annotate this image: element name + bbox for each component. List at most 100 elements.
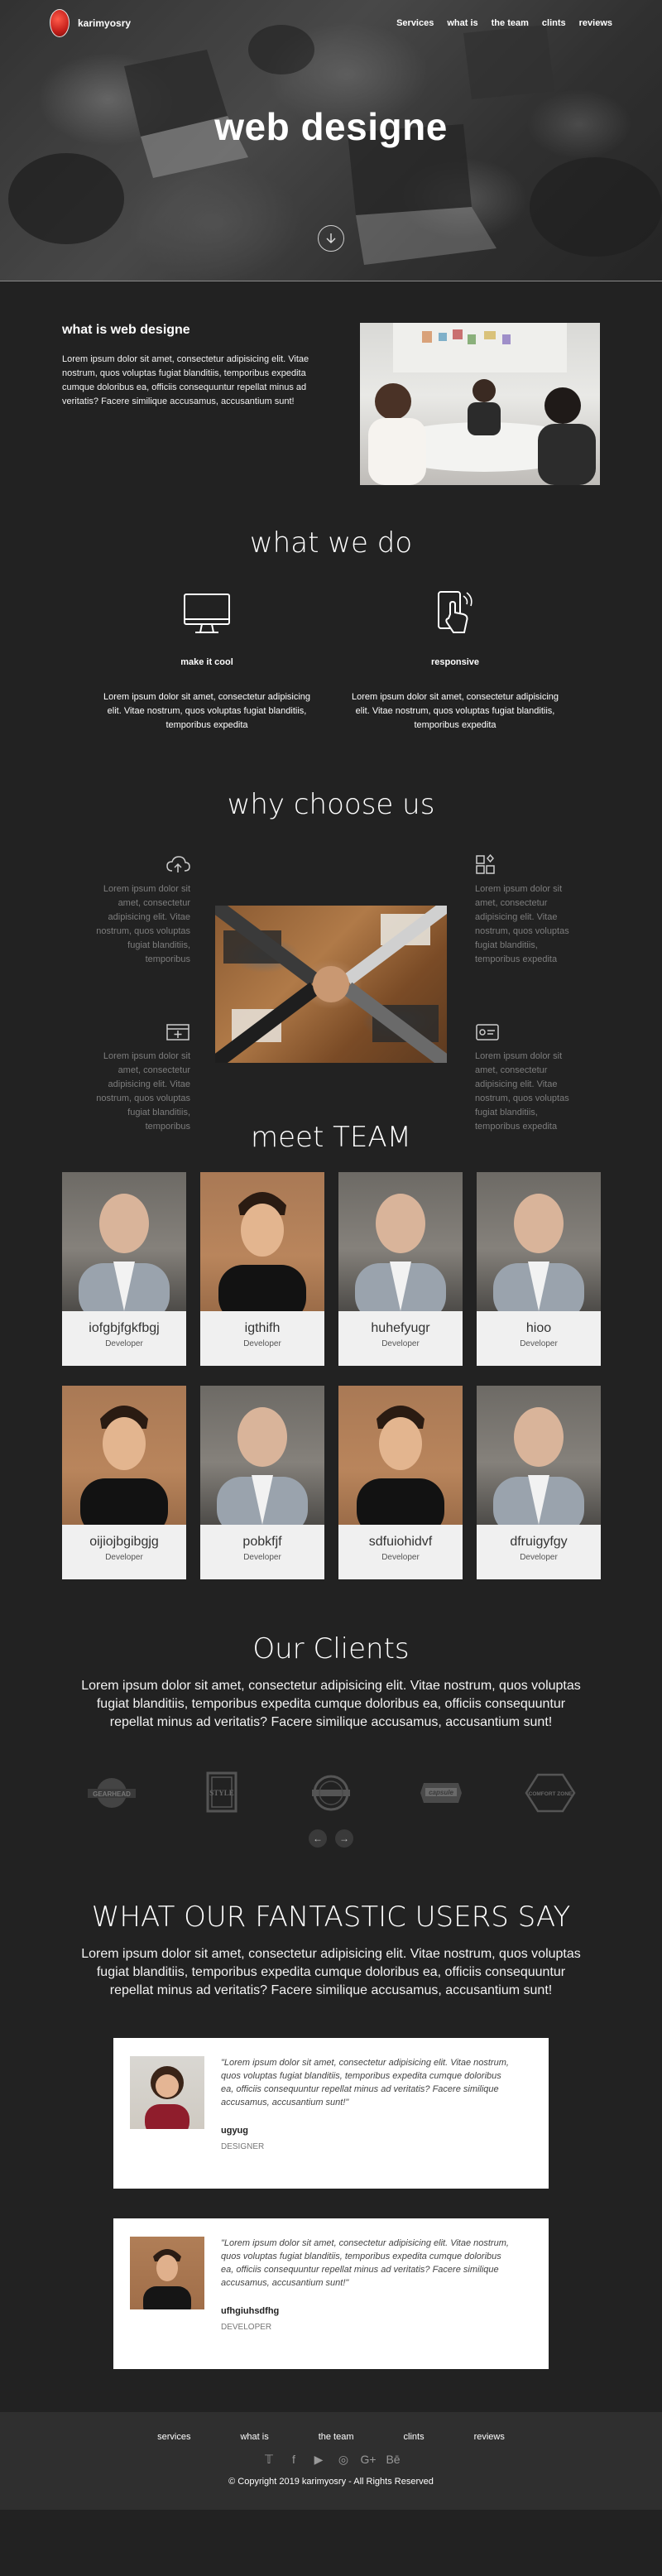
team-member-name: hioo: [525, 1321, 552, 1335]
testimonial-card: "Lorem ipsum dolor sit amet, consectetur…: [113, 2038, 549, 2189]
google-plus-icon[interactable]: G+: [360, 2452, 376, 2467]
team-card-info: igthifh Developer: [200, 1311, 324, 1366]
team-card[interactable]: pobkfjf Developer: [200, 1386, 324, 1579]
team-grid: iofgbjfgkfbgj Developer igthifh Developer hu…: [62, 1172, 662, 1579]
footer-link-the-team[interactable]: the team: [319, 2432, 354, 2442]
team-card[interactable]: sdfuiohidvf Developer: [338, 1386, 463, 1579]
team-member-name: sdfuiohidvf: [368, 1535, 433, 1549]
testimonials-text: Lorem ipsum dolor sit amet, consectetur …: [81, 1947, 581, 1997]
team-member-photo: [200, 1172, 324, 1311]
why-item: Lorem ipsum dolor sit amet, consectetur …: [91, 854, 190, 967]
service-item: responsive Lorem ipsum dolor sit amet, c…: [348, 589, 563, 733]
cloud-upload-icon: [166, 856, 190, 872]
behance-icon[interactable]: Bē: [386, 2452, 401, 2467]
nav-link-the-team[interactable]: the team: [492, 18, 529, 28]
team-card[interactable]: dfruigyfgy Developer: [477, 1386, 601, 1579]
team-member-role: Developer: [105, 1339, 143, 1348]
footer-link-services[interactable]: services: [157, 2432, 190, 2442]
apps-grid-icon: [476, 853, 495, 874]
team-card-info: dfruigyfgy Developer: [477, 1525, 601, 1579]
arrow-down-icon: [326, 233, 336, 243]
social-links: 𝕋 f ▶ ◎ G+ Bē: [0, 2452, 662, 2467]
team-member-role: Developer: [381, 1339, 420, 1348]
hero-section: karimyosry Services what is the team cli…: [0, 0, 662, 281]
teamwork-image: [215, 906, 447, 1063]
about-image: [360, 323, 600, 485]
touch-phone-icon: [438, 591, 473, 633]
copyright-text: © Copyright 2019 karimyosry - All Rights…: [228, 2477, 434, 2487]
avatar-man: [143, 2249, 191, 2309]
team-member-name: dfruigyfgy: [510, 1535, 568, 1549]
testimonial-role: DESIGNER: [221, 2142, 265, 2151]
nav-link-reviews[interactable]: reviews: [579, 18, 612, 28]
footer-link-reviews[interactable]: reviews: [474, 2432, 505, 2442]
twitter-icon[interactable]: 𝕋: [261, 2452, 276, 2467]
service-title: responsive: [430, 657, 480, 667]
testimonial-quote: "Lorem ipsum dolor sit amet, consectetur…: [221, 2058, 509, 2107]
why-item-text: Lorem ipsum dolor sit amet, consectetur …: [475, 1051, 569, 1132]
team-card[interactable]: igthifh Developer: [200, 1172, 324, 1366]
clients-text: Lorem ipsum dolor sit amet, consectetur …: [81, 1679, 581, 1729]
next-arrow-button[interactable]: →: [335, 1829, 353, 1848]
team-member-photo: [338, 1386, 463, 1525]
team-card-info: pobkfjf Developer: [200, 1525, 324, 1579]
nav-link-clints[interactable]: clints: [542, 18, 566, 28]
testimonial-quote: "Lorem ipsum dolor sit amet, consectetur…: [221, 2238, 509, 2288]
footer-link-what-is[interactable]: what is: [240, 2432, 268, 2442]
team-member-role: Developer: [105, 1553, 143, 1562]
add-box-icon: [166, 1024, 189, 1040]
team-member-role: Developer: [243, 1553, 281, 1562]
avatar-woman: [145, 2066, 189, 2129]
testimonial-avatar: [130, 2056, 204, 2129]
team-card[interactable]: huhefyugr Developer: [338, 1172, 463, 1366]
about-heading: what is web designe: [62, 323, 190, 337]
nav-link-services[interactable]: Services: [396, 18, 434, 28]
team-card-info: iofgbjfgkfbgj Developer: [62, 1311, 186, 1366]
about-section: what is web designe Lorem ipsum dolor si…: [0, 281, 662, 488]
svg-text:STYLE: STYLE: [209, 1789, 234, 1797]
why-grid: Lorem ipsum dolor sit amet, consectetur …: [0, 821, 662, 1132]
client-logo-capsule[interactable]: capsule: [412, 1770, 470, 1816]
scroll-down-button[interactable]: [318, 225, 344, 252]
svg-text:COMFORT ZONE: COMFORT ZONE: [529, 1791, 573, 1797]
team-member-name: huhefyugr: [371, 1321, 430, 1335]
why-choose-us-section: why choose us Lorem ipsum dolor sit amet…: [0, 776, 662, 1132]
service-text: Lorem ipsum dolor sit amet, consectetur …: [103, 692, 311, 730]
nav-links: Services what is the team clints reviews: [396, 18, 612, 28]
team-card[interactable]: oijiojbgibgjg Developer: [62, 1386, 186, 1579]
why-choose-us-title: why choose us: [227, 788, 435, 821]
team-card-info: hioo Developer: [477, 1311, 601, 1366]
hero-title: web designe: [214, 105, 448, 148]
client-logo-comfort-zone[interactable]: COMFORT ZONE: [521, 1770, 579, 1816]
client-logo-style[interactable]: STYLE: [193, 1770, 251, 1816]
footer-links: services what is the team clints reviews: [0, 2432, 662, 2442]
team-member-name: oijiojbgibgjg: [89, 1535, 159, 1549]
testimonial-role: DEVELOPER: [221, 2323, 272, 2332]
client-logo-gearhead[interactable]: GEARHEAD: [83, 1770, 141, 1816]
team-card-info: huhefyugr Developer: [338, 1311, 463, 1366]
nav-link-what-is[interactable]: what is: [447, 18, 477, 28]
team-member-name: pobkfjf: [242, 1535, 282, 1549]
team-card[interactable]: iofgbjfgkfbgj Developer: [62, 1172, 186, 1366]
team-member-role: Developer: [520, 1553, 558, 1562]
footer-link-clints[interactable]: clints: [404, 2432, 425, 2442]
team-card[interactable]: hioo Developer: [477, 1172, 601, 1366]
team-member-role: Developer: [381, 1553, 420, 1562]
testimonial-avatar: [130, 2237, 204, 2309]
why-item-text: Lorem ipsum dolor sit amet, consectetur …: [96, 1051, 190, 1132]
testimonial-name: ufhgiuhsdfhg: [221, 2306, 280, 2316]
badge-logo-icon: [312, 1775, 350, 1811]
team-member-photo: [62, 1386, 186, 1525]
top-nav: karimyosry Services what is the team cli…: [0, 0, 662, 46]
gearhead-logo-icon: GEARHEAD: [88, 1778, 136, 1808]
clients-title: Our Clients: [252, 1632, 410, 1665]
facebook-icon[interactable]: f: [286, 2452, 301, 2467]
brand-logo[interactable]: karimyosry: [50, 9, 131, 37]
client-slider-controls: ← →: [0, 1829, 662, 1848]
client-logo-badge[interactable]: [302, 1770, 360, 1816]
prev-arrow-button[interactable]: ←: [309, 1829, 327, 1848]
style-logo-icon: STYLE: [206, 1771, 237, 1813]
youtube-icon[interactable]: ▶: [311, 2452, 326, 2467]
instagram-icon[interactable]: ◎: [336, 2452, 351, 2467]
about-text: what is web designe Lorem ipsum dolor si…: [62, 323, 335, 488]
